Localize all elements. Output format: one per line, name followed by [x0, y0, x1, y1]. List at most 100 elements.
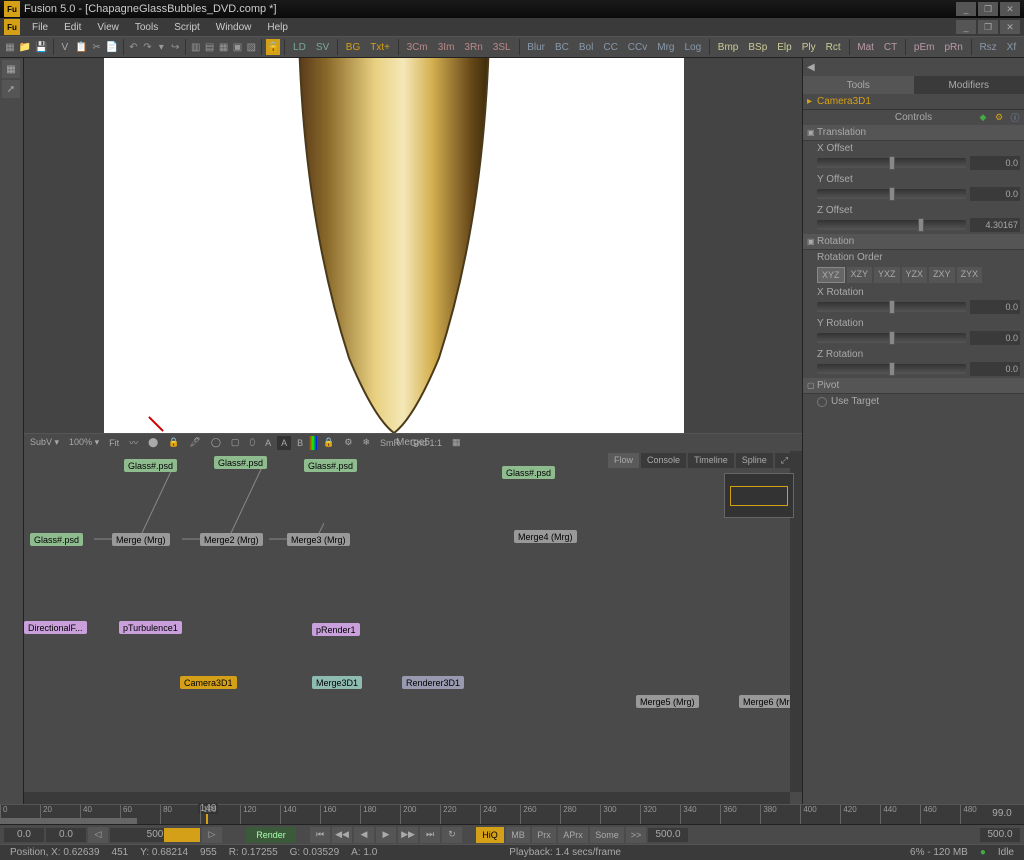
slider-left-icon[interactable]: ◁ [88, 827, 108, 843]
zrot-slider[interactable] [817, 364, 966, 374]
section-toggle-icon[interactable]: ▣ [807, 237, 817, 246]
new-icon[interactable]: ▦ [4, 39, 16, 55]
aprx-button[interactable]: APrx [558, 827, 588, 843]
hiq-button[interactable]: HiQ [476, 827, 504, 843]
vt-icon-3[interactable]: 🖊 [185, 436, 204, 450]
yrot-slider[interactable] [817, 333, 966, 343]
skip-icon[interactable]: >> [626, 827, 646, 843]
node-merge[interactable]: Merge4 (Mrg) [514, 530, 577, 543]
layout1-icon[interactable]: ▥ [190, 39, 202, 55]
redo-icon[interactable]: ↷ [141, 39, 153, 55]
paste-icon[interactable]: 📄 [104, 39, 118, 55]
yoffset-value[interactable]: 0.0 [970, 187, 1020, 201]
rotorder-xzy[interactable]: XZY [847, 267, 873, 283]
menu-script[interactable]: Script [166, 22, 208, 33]
current-frame[interactable]: 0.0 [46, 828, 86, 842]
tool-arrow-icon[interactable]: ➚ [2, 80, 20, 98]
end-frame1[interactable]: 500.0 [648, 828, 688, 842]
vt-icon-6[interactable]: ⬯ [245, 436, 259, 450]
fit-button[interactable]: Fit [105, 436, 123, 450]
section-toggle-icon[interactable]: ▣ [807, 128, 817, 137]
menu-tools[interactable]: Tools [127, 22, 166, 33]
play-icon[interactable]: ▶ [376, 827, 396, 843]
tool-mat[interactable]: Mat [853, 42, 878, 53]
open-icon[interactable]: 📁 [18, 39, 32, 55]
tool-3rn[interactable]: 3Rn [460, 42, 486, 53]
tool-bc[interactable]: BC [551, 42, 573, 53]
vt-icon-5[interactable]: ▢ [227, 436, 244, 450]
prx-button[interactable]: Prx [532, 827, 556, 843]
info-icon[interactable]: ⓘ [1008, 111, 1022, 125]
step-back-icon[interactable]: ◀◀ [332, 827, 352, 843]
tool-mrg[interactable]: Mrg [653, 42, 678, 53]
controls-tab[interactable]: Controls [895, 112, 932, 123]
tab-spline[interactable]: Spline [736, 453, 773, 468]
layout5-icon[interactable]: ▨ [245, 39, 257, 55]
xrot-slider[interactable] [817, 302, 966, 312]
history-icon[interactable]: ▾ [155, 39, 167, 55]
vt-icon-2[interactable]: 🔒 [164, 436, 183, 450]
timeline-end[interactable]: 99.0 [982, 808, 1022, 822]
menu-file[interactable]: File [24, 22, 56, 33]
rotorder-yxz[interactable]: YXZ [874, 267, 900, 283]
settings-icon[interactable]: ⚙ [992, 111, 1006, 125]
tool-bol[interactable]: Bol [575, 42, 597, 53]
menu-view[interactable]: View [89, 22, 127, 33]
node-merge[interactable]: Merge3 (Mrg) [287, 533, 350, 546]
node-loader[interactable]: Glass#.psd [214, 456, 267, 469]
keyframe-icon[interactable]: ◆ [976, 111, 990, 125]
tool-pem[interactable]: pEm [910, 42, 939, 53]
undo-icon[interactable]: ↶ [128, 39, 140, 55]
node-loader[interactable]: Glass#.psd [502, 466, 555, 479]
tab-expand-icon[interactable]: ⤢ [775, 453, 794, 468]
range-slider[interactable]: 500 [110, 828, 200, 842]
vt-grid2[interactable]: ▦ [448, 436, 465, 450]
tool-box-icon[interactable]: ▦ [2, 60, 20, 78]
tool-ccv[interactable]: CCv [624, 42, 651, 53]
node-pturbulence[interactable]: pTurbulence1 [119, 621, 182, 634]
timeline[interactable]: 149 020406080100120140160180200220240260… [0, 804, 1024, 824]
rotorder-yzx[interactable]: YZX [902, 267, 928, 283]
vt-b[interactable]: B [293, 436, 307, 450]
step-fwd-icon[interactable]: ▶▶ [398, 827, 418, 843]
menu-edit[interactable]: Edit [56, 22, 89, 33]
tool-ld[interactable]: LD [289, 42, 310, 53]
tab-modifiers[interactable]: Modifiers [914, 76, 1024, 94]
tool-rsz[interactable]: Rsz [975, 42, 1000, 53]
tool-cc[interactable]: CC [599, 42, 621, 53]
tab-tools[interactable]: Tools [803, 76, 914, 94]
rotorder-zxy[interactable]: ZXY [929, 267, 955, 283]
vt-icon-1[interactable]: ⬤ [144, 436, 162, 450]
start-frame[interactable]: 0.0 [4, 828, 44, 842]
channels-icon[interactable] [309, 436, 317, 450]
loop-icon[interactable]: ↻ [442, 827, 462, 843]
node-loader[interactable]: Glass#.psd [124, 459, 177, 472]
rotorder-zyx[interactable]: ZYX [957, 267, 983, 283]
minimize-button[interactable]: _ [956, 2, 976, 16]
copy-icon[interactable]: 📋 [74, 39, 88, 55]
tool-3im[interactable]: 3Im [434, 42, 459, 53]
layout2-icon[interactable]: ▤ [204, 39, 216, 55]
tool-prn[interactable]: pRn [940, 42, 966, 53]
tab-flow[interactable]: Flow [608, 453, 639, 468]
node-merge[interactable]: Merge2 (Mrg) [200, 533, 263, 546]
some-button[interactable]: Some [590, 827, 624, 843]
tool-log[interactable]: Log [680, 42, 705, 53]
tool-3cm[interactable]: 3Cm [403, 42, 432, 53]
zoffset-value[interactable]: 4.30167 [970, 218, 1020, 232]
zrot-value[interactable]: 0.0 [970, 362, 1020, 376]
vt-a2[interactable]: A [277, 436, 291, 450]
node-merge[interactable]: Merge (Mrg) [112, 533, 170, 546]
layout3-icon[interactable]: ▦ [218, 39, 230, 55]
flow-area[interactable]: Flow Console Timeline Spline ⤢ [24, 451, 802, 804]
tool-blur[interactable]: Blur [523, 42, 549, 53]
flow-navigator[interactable] [724, 473, 794, 518]
vt-icon-0[interactable]: 〰 [125, 436, 142, 450]
viewer[interactable] [24, 58, 802, 433]
tab-console[interactable]: Console [641, 453, 686, 468]
tool-3sl[interactable]: 3SL [489, 42, 515, 53]
node-merge5[interactable]: Merge5 (Mrg) [636, 695, 699, 708]
xrot-value[interactable]: 0.0 [970, 300, 1020, 314]
collapse-icon[interactable]: ▸ [807, 96, 817, 107]
vt-lock2[interactable]: 🔒 [319, 436, 338, 450]
